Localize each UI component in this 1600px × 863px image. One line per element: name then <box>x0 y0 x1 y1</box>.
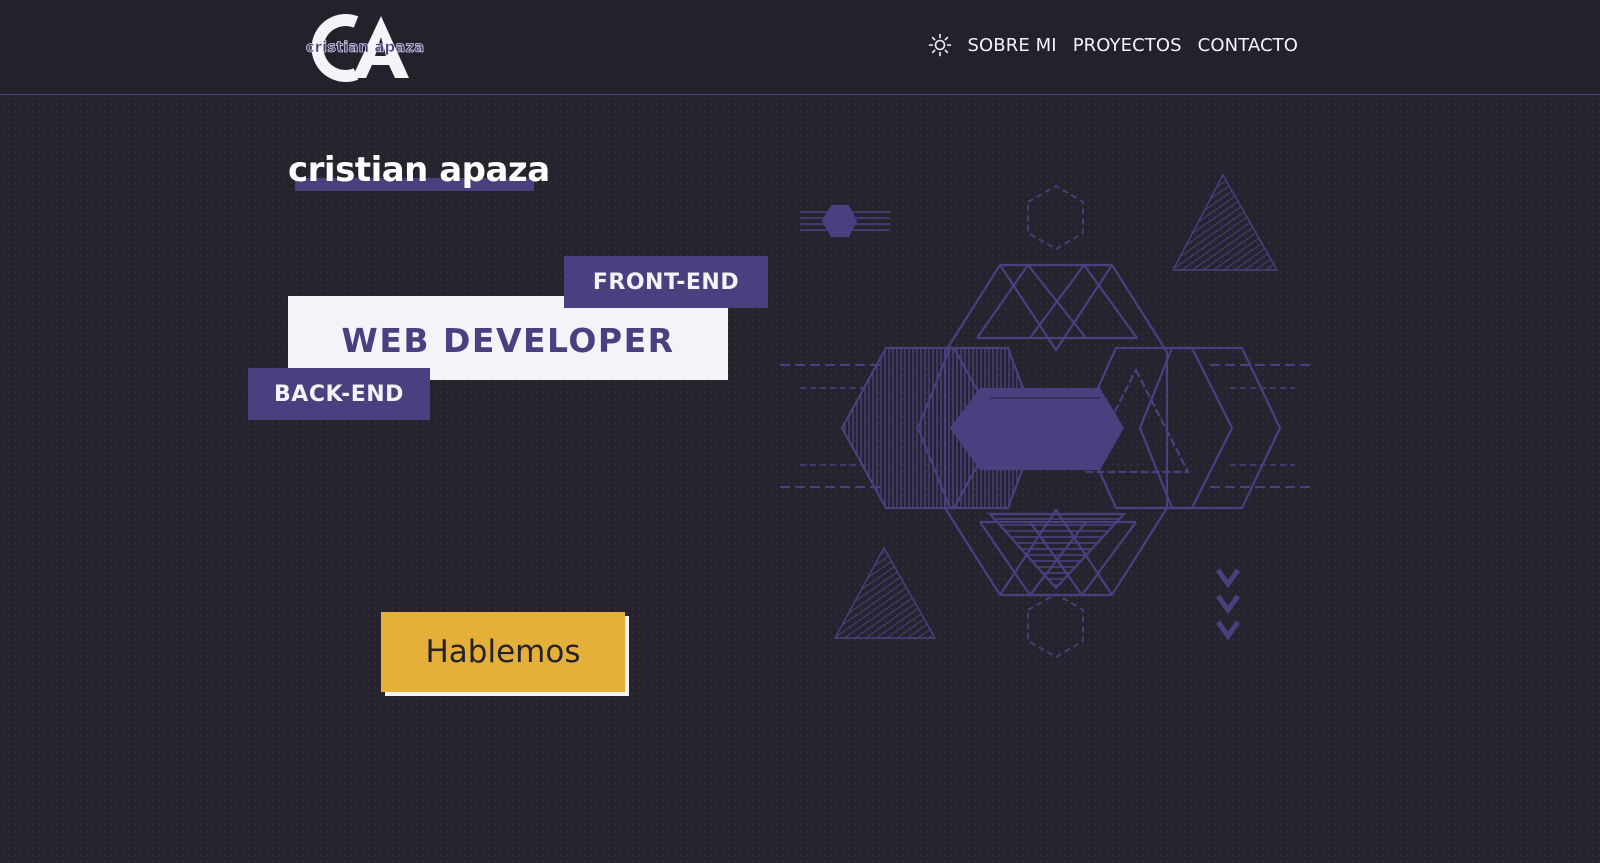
cta-button[interactable]: Hablemos <box>381 612 625 692</box>
hero-name: cristian apaza <box>288 150 550 190</box>
nav-link-projects[interactable]: PROYECTOS <box>1073 35 1182 56</box>
logo-text: cristian apaza <box>306 38 425 56</box>
tag-front-end: FRONT-END <box>564 256 768 308</box>
sun-icon[interactable] <box>928 33 952 57</box>
chevrons-down-icon <box>1215 568 1241 641</box>
geometric-illustration <box>780 173 1315 659</box>
hero-title: WEB DEVELOPER <box>341 320 675 360</box>
nav-link-about[interactable]: SOBRE MI <box>968 35 1057 56</box>
navbar: cristian apaza SOBRE MI PROYECTOS CONTAC… <box>0 0 1600 95</box>
logo-mark: cristian apaza <box>305 14 425 82</box>
logo[interactable]: cristian apaza <box>300 12 430 84</box>
tag-back-end: BACK-END <box>248 368 430 420</box>
nav-link-contact[interactable]: CONTACTO <box>1198 35 1298 56</box>
main-nav: SOBRE MI PROYECTOS CONTACTO <box>928 33 1299 57</box>
